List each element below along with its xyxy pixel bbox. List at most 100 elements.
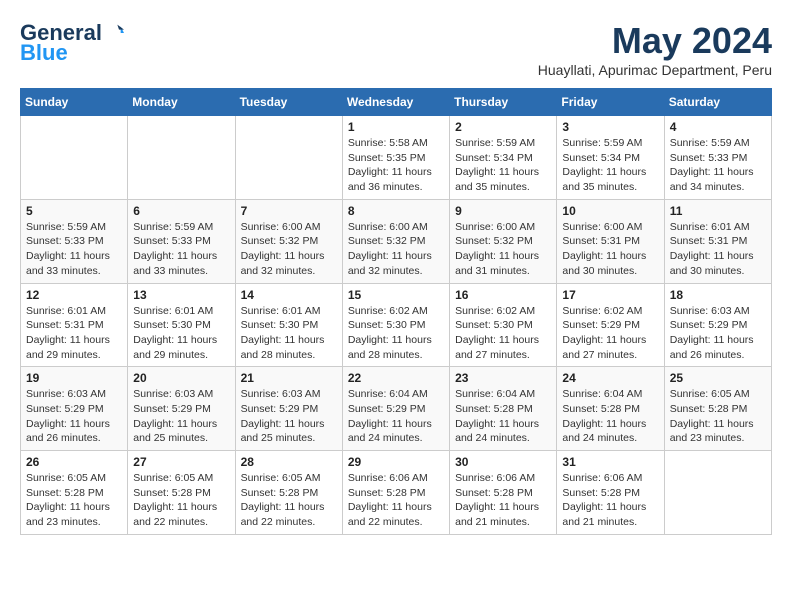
day-cell: 1Sunrise: 5:58 AM Sunset: 5:35 PM Daylig… [342, 116, 449, 200]
day-number: 10 [562, 204, 658, 218]
title-section: May 2024 Huayllati, Apurimac Department,… [538, 20, 772, 78]
day-cell: 3Sunrise: 5:59 AM Sunset: 5:34 PM Daylig… [557, 116, 664, 200]
day-info: Sunrise: 5:59 AM Sunset: 5:33 PM Dayligh… [26, 220, 122, 279]
day-number: 15 [348, 288, 444, 302]
day-info: Sunrise: 6:02 AM Sunset: 5:30 PM Dayligh… [455, 304, 551, 363]
day-info: Sunrise: 6:04 AM Sunset: 5:28 PM Dayligh… [455, 387, 551, 446]
day-info: Sunrise: 5:59 AM Sunset: 5:33 PM Dayligh… [670, 136, 766, 195]
day-info: Sunrise: 6:06 AM Sunset: 5:28 PM Dayligh… [348, 471, 444, 530]
day-cell: 5 Sunrise: 5:59 AM Sunset: 5:33 PM Daylig… [21, 199, 128, 283]
day-cell [664, 451, 771, 535]
day-number: 11 [670, 204, 766, 218]
day-cell: 4 Sunrise: 5:59 AM Sunset: 5:33 PM Daylig… [664, 116, 771, 200]
header-friday: Friday [557, 89, 664, 116]
day-info: Sunrise: 6:01 AM Sunset: 5:30 PM Dayligh… [133, 304, 229, 363]
day-cell: 23Sunrise: 6:04 AM Sunset: 5:28 PM Dayli… [450, 367, 557, 451]
day-number: 14 [241, 288, 337, 302]
day-number: 6 [133, 204, 229, 218]
subtitle: Huayllati, Apurimac Department, Peru [538, 62, 772, 78]
day-info: Sunrise: 6:03 AM Sunset: 5:29 PM Dayligh… [670, 304, 766, 363]
day-cell: 30 Sunrise: 6:06 AM Sunset: 5:28 PM Dayli… [450, 451, 557, 535]
week-row-3: 12 Sunrise: 6:01 AM Sunset: 5:31 PM Dayli… [21, 283, 772, 367]
day-number: 4 [670, 120, 766, 134]
day-cell: 29 Sunrise: 6:06 AM Sunset: 5:28 PM Dayli… [342, 451, 449, 535]
day-number: 18 [670, 288, 766, 302]
calendar-header-row: SundayMondayTuesdayWednesdayThursdayFrid… [21, 89, 772, 116]
day-cell: 18 Sunrise: 6:03 AM Sunset: 5:29 PM Dayli… [664, 283, 771, 367]
day-info: Sunrise: 6:02 AM Sunset: 5:30 PM Dayligh… [348, 304, 444, 363]
day-number: 16 [455, 288, 551, 302]
day-cell: 27 Sunrise: 6:05 AM Sunset: 5:28 PM Dayli… [128, 451, 235, 535]
day-cell: 15 Sunrise: 6:02 AM Sunset: 5:30 PM Dayli… [342, 283, 449, 367]
day-cell [128, 116, 235, 200]
day-info: Sunrise: 6:00 AM Sunset: 5:31 PM Dayligh… [562, 220, 658, 279]
day-cell: 20 Sunrise: 6:03 AM Sunset: 5:29 PM Dayli… [128, 367, 235, 451]
day-number: 1 [348, 120, 444, 134]
day-number: 17 [562, 288, 658, 302]
day-number: 7 [241, 204, 337, 218]
day-number: 27 [133, 455, 229, 469]
day-cell: 8 Sunrise: 6:00 AM Sunset: 5:32 PM Daylig… [342, 199, 449, 283]
day-info: Sunrise: 6:03 AM Sunset: 5:29 PM Dayligh… [26, 387, 122, 446]
day-info: Sunrise: 6:06 AM Sunset: 5:28 PM Dayligh… [455, 471, 551, 530]
day-cell: 2 Sunrise: 5:59 AM Sunset: 5:34 PM Daylig… [450, 116, 557, 200]
day-cell: 6 Sunrise: 5:59 AM Sunset: 5:33 PM Daylig… [128, 199, 235, 283]
week-row-1: 1Sunrise: 5:58 AM Sunset: 5:35 PM Daylig… [21, 116, 772, 200]
day-number: 3 [562, 120, 658, 134]
page-header: General Blue May 2024 Huayllati, Apurima… [20, 20, 772, 78]
day-info: Sunrise: 5:59 AM Sunset: 5:33 PM Dayligh… [133, 220, 229, 279]
day-info: Sunrise: 6:04 AM Sunset: 5:28 PM Dayligh… [562, 387, 658, 446]
day-number: 22 [348, 371, 444, 385]
week-row-4: 19 Sunrise: 6:03 AM Sunset: 5:29 PM Dayli… [21, 367, 772, 451]
day-number: 8 [348, 204, 444, 218]
day-info: Sunrise: 6:04 AM Sunset: 5:29 PM Dayligh… [348, 387, 444, 446]
day-cell: 13Sunrise: 6:01 AM Sunset: 5:30 PM Dayli… [128, 283, 235, 367]
day-info: Sunrise: 6:01 AM Sunset: 5:31 PM Dayligh… [670, 220, 766, 279]
day-number: 21 [241, 371, 337, 385]
day-cell [235, 116, 342, 200]
day-cell: 28Sunrise: 6:05 AM Sunset: 5:28 PM Dayli… [235, 451, 342, 535]
day-cell: 21Sunrise: 6:03 AM Sunset: 5:29 PM Dayli… [235, 367, 342, 451]
day-number: 12 [26, 288, 122, 302]
day-cell: 12 Sunrise: 6:01 AM Sunset: 5:31 PM Dayli… [21, 283, 128, 367]
week-row-5: 26 Sunrise: 6:05 AM Sunset: 5:28 PM Dayli… [21, 451, 772, 535]
day-number: 25 [670, 371, 766, 385]
day-info: Sunrise: 6:06 AM Sunset: 5:28 PM Dayligh… [562, 471, 658, 530]
day-cell: 17 Sunrise: 6:02 AM Sunset: 5:29 PM Dayli… [557, 283, 664, 367]
day-info: Sunrise: 6:05 AM Sunset: 5:28 PM Dayligh… [670, 387, 766, 446]
day-info: Sunrise: 6:05 AM Sunset: 5:28 PM Dayligh… [133, 471, 229, 530]
day-info: Sunrise: 6:03 AM Sunset: 5:29 PM Dayligh… [133, 387, 229, 446]
day-cell [21, 116, 128, 200]
day-number: 5 [26, 204, 122, 218]
day-cell: 19 Sunrise: 6:03 AM Sunset: 5:29 PM Dayli… [21, 367, 128, 451]
day-info: Sunrise: 6:02 AM Sunset: 5:29 PM Dayligh… [562, 304, 658, 363]
logo-icon [104, 23, 124, 43]
day-cell: 24 Sunrise: 6:04 AM Sunset: 5:28 PM Dayli… [557, 367, 664, 451]
day-cell: 11 Sunrise: 6:01 AM Sunset: 5:31 PM Dayli… [664, 199, 771, 283]
day-info: Sunrise: 6:01 AM Sunset: 5:31 PM Dayligh… [26, 304, 122, 363]
day-cell: 31 Sunrise: 6:06 AM Sunset: 5:28 PM Dayli… [557, 451, 664, 535]
day-number: 31 [562, 455, 658, 469]
day-cell: 26Sunrise: 6:05 AM Sunset: 5:28 PM Dayli… [21, 451, 128, 535]
day-number: 30 [455, 455, 551, 469]
day-cell: 10 Sunrise: 6:00 AM Sunset: 5:31 PM Dayli… [557, 199, 664, 283]
day-cell: 25 Sunrise: 6:05 AM Sunset: 5:28 PM Dayli… [664, 367, 771, 451]
day-number: 26 [26, 455, 122, 469]
day-info: Sunrise: 6:00 AM Sunset: 5:32 PM Dayligh… [455, 220, 551, 279]
header-wednesday: Wednesday [342, 89, 449, 116]
day-number: 2 [455, 120, 551, 134]
day-number: 24 [562, 371, 658, 385]
day-info: Sunrise: 5:59 AM Sunset: 5:34 PM Dayligh… [455, 136, 551, 195]
day-info: Sunrise: 6:00 AM Sunset: 5:32 PM Dayligh… [241, 220, 337, 279]
day-number: 29 [348, 455, 444, 469]
day-info: Sunrise: 6:00 AM Sunset: 5:32 PM Dayligh… [348, 220, 444, 279]
calendar-table: SundayMondayTuesdayWednesdayThursdayFrid… [20, 88, 772, 535]
header-monday: Monday [128, 89, 235, 116]
day-number: 9 [455, 204, 551, 218]
day-number: 19 [26, 371, 122, 385]
header-thursday: Thursday [450, 89, 557, 116]
day-number: 20 [133, 371, 229, 385]
header-sunday: Sunday [21, 89, 128, 116]
day-cell: 7 Sunrise: 6:00 AM Sunset: 5:32 PM Daylig… [235, 199, 342, 283]
day-cell: 22 Sunrise: 6:04 AM Sunset: 5:29 PM Dayli… [342, 367, 449, 451]
